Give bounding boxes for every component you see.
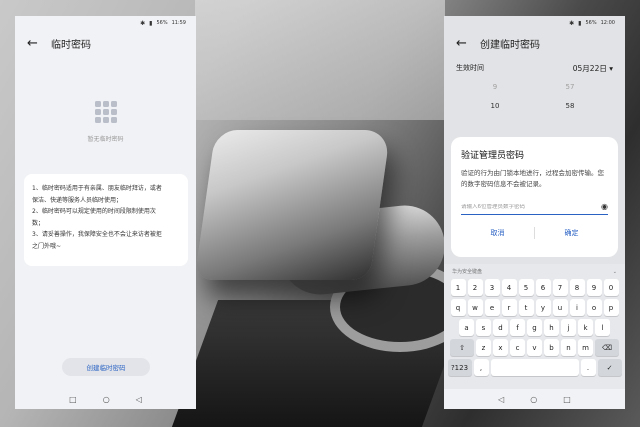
- dialog-buttons: 取消 确定: [461, 227, 608, 239]
- eye-icon[interactable]: ◉: [601, 202, 608, 211]
- info-line: 保洁、快递等服务人员临时使用；: [32, 196, 123, 204]
- cancel-button[interactable]: 取消: [461, 227, 534, 239]
- background-metal-block: [194, 130, 391, 280]
- battery-level: 56%: [156, 20, 168, 26]
- info-line: 2、临时密码可以规定使用的时间段限制使用次: [32, 208, 156, 215]
- empty-state-icon: [93, 99, 117, 123]
- dialog-title: 验证管理员密码: [461, 151, 525, 161]
- key[interactable]: a: [459, 319, 474, 336]
- key[interactable]: b: [544, 339, 559, 356]
- keyboard-row-numbers: 1 2 3 4 5 6 7 8 9 0: [444, 279, 625, 296]
- key[interactable]: l: [595, 319, 610, 336]
- key[interactable]: 3: [484, 279, 500, 296]
- title-bar: ← 临时密码: [15, 30, 196, 56]
- space-key[interactable]: [490, 359, 579, 376]
- comma-key[interactable]: ,: [473, 359, 489, 376]
- back-nav-icon[interactable]: ◁: [136, 395, 142, 404]
- key[interactable]: i: [569, 299, 585, 316]
- key[interactable]: x: [493, 339, 508, 356]
- key[interactable]: g: [527, 319, 542, 336]
- phone-screen-right: ✱ ▮ 56% 12:00 ← 创建临时密码 生效时间 05月22日 ▾ 9 1…: [444, 16, 625, 409]
- keyboard-row-zxcv: ⇧ z x c v b n m ⌫: [444, 339, 625, 356]
- key[interactable]: j: [561, 319, 576, 336]
- symbols-key[interactable]: ?123: [447, 359, 472, 376]
- key[interactable]: y: [535, 299, 551, 316]
- key[interactable]: 0: [603, 279, 619, 296]
- keyboard-brand: 华为安全键盘: [452, 269, 483, 275]
- done-key[interactable]: ✓: [597, 359, 622, 376]
- key[interactable]: f: [510, 319, 525, 336]
- confirm-button[interactable]: 确定: [535, 227, 608, 239]
- navigation-bar: □ ○ ◁: [15, 389, 196, 409]
- navigation-bar: ◁ ○ □: [444, 389, 625, 409]
- key[interactable]: e: [484, 299, 500, 316]
- dialog-message: 验证的行为由门锁本地进行，过程会加密传输。您的数字密码信息不会被记录。: [461, 169, 604, 188]
- key[interactable]: p: [603, 299, 619, 316]
- key[interactable]: 8: [569, 279, 585, 296]
- period-key[interactable]: .: [580, 359, 596, 376]
- key[interactable]: r: [501, 299, 517, 316]
- keyboard-row-bottom: ?123 , . ✓: [444, 359, 625, 376]
- info-line: 1、临时密码适用于有亲属、朋友临时拜访，或者: [32, 185, 162, 192]
- secure-keyboard: 华为安全键盘 ⌄ 1 2 3 4 5 6 7 8 9 0 q w e r t y…: [444, 264, 625, 389]
- back-nav-icon[interactable]: ◁: [498, 395, 504, 404]
- key[interactable]: 5: [518, 279, 534, 296]
- key[interactable]: 6: [535, 279, 551, 296]
- status-bar: ✱ ▮ 56% 11:59: [15, 16, 196, 30]
- key[interactable]: s: [476, 319, 491, 336]
- key[interactable]: t: [518, 299, 534, 316]
- key[interactable]: v: [527, 339, 542, 356]
- clock: 11:59: [171, 20, 186, 26]
- backspace-key[interactable]: ⌫: [595, 339, 619, 356]
- keyboard-header: 华为安全键盘 ⌄: [444, 264, 625, 279]
- key[interactable]: m: [578, 339, 593, 356]
- key[interactable]: 7: [552, 279, 568, 296]
- key[interactable]: c: [510, 339, 525, 356]
- key[interactable]: 4: [501, 279, 517, 296]
- key[interactable]: o: [586, 299, 602, 316]
- key[interactable]: w: [467, 299, 483, 316]
- verify-admin-password-dialog: 验证管理员密码 验证的行为由门锁本地进行，过程会加密传输。您的数字密码信息不会被…: [451, 137, 618, 257]
- info-line: 3、请妥善操作，我保障安全也不会让来访者被拒: [32, 231, 162, 238]
- shift-key[interactable]: ⇧: [450, 339, 474, 356]
- info-card: 1、临时密码适用于有亲属、朋友临时拜访，或者 保洁、快递等服务人员临时使用； 2…: [24, 174, 188, 266]
- back-arrow-icon[interactable]: ←: [27, 36, 47, 51]
- phone-screen-left: ✱ ▮ 56% 11:59 ← 临时密码 暂无临时密码 1、临时密码适用于有亲属…: [15, 16, 196, 409]
- recent-apps-icon[interactable]: □: [563, 395, 571, 404]
- home-icon[interactable]: ○: [103, 395, 110, 404]
- collapse-keyboard-icon[interactable]: ⌄: [613, 269, 617, 275]
- key[interactable]: z: [476, 339, 491, 356]
- password-input-row: ◉: [461, 202, 608, 215]
- background-highlight: [195, 0, 445, 120]
- page-title: 临时密码: [51, 39, 91, 51]
- admin-password-input[interactable]: [461, 203, 591, 210]
- key[interactable]: d: [493, 319, 508, 336]
- key[interactable]: u: [552, 299, 568, 316]
- empty-state-text: 暂无临时密码: [87, 136, 124, 143]
- recent-apps-icon[interactable]: □: [69, 395, 77, 404]
- create-temp-password-button[interactable]: 创建临时密码: [62, 358, 150, 376]
- keyboard-row-asdf: a s d f g h j k l: [444, 319, 625, 336]
- home-icon[interactable]: ○: [530, 395, 537, 404]
- bluetooth-icon: ✱: [140, 19, 146, 27]
- key[interactable]: k: [578, 319, 593, 336]
- key[interactable]: 1: [450, 279, 466, 296]
- key[interactable]: h: [544, 319, 559, 336]
- key[interactable]: n: [561, 339, 576, 356]
- key[interactable]: 2: [467, 279, 483, 296]
- info-line: 数；: [32, 219, 45, 227]
- key[interactable]: q: [450, 299, 466, 316]
- key[interactable]: 9: [586, 279, 602, 296]
- info-line: 之门外哦~: [32, 242, 62, 250]
- signal-icon: ▮: [149, 19, 153, 27]
- keyboard-row-qwerty: q w e r t y u i o p: [444, 299, 625, 316]
